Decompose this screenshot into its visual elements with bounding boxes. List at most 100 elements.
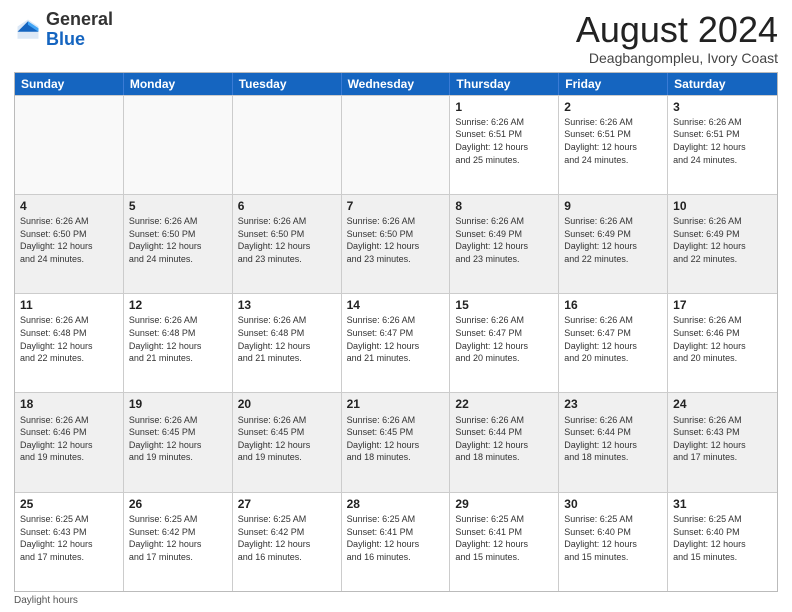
cell-info: Sunrise: 6:25 AM Sunset: 6:40 PM Dayligh… <box>673 513 772 563</box>
logo-general: General <box>46 9 113 29</box>
calendar-cell: 17Sunrise: 6:26 AM Sunset: 6:46 PM Dayli… <box>668 294 777 392</box>
cell-info: Sunrise: 6:25 AM Sunset: 6:41 PM Dayligh… <box>455 513 553 563</box>
calendar-cell: 18 Sunrise: 6:26 AM Sunset: 6:46 PM Dayli… <box>15 393 124 491</box>
calendar-cell: 9Sunrise: 6:26 AM Sunset: 6:49 PM Daylig… <box>559 195 668 293</box>
day-number: 21 <box>347 396 445 412</box>
day-of-week-header: Friday <box>559 73 668 95</box>
day-number: 18 <box>20 396 118 412</box>
cell-info: Sunrise: 6:26 AM Sunset: 6:50 PM Dayligh… <box>129 215 227 265</box>
calendar-cell: 6Sunrise: 6:26 AM Sunset: 6:50 PM Daylig… <box>233 195 342 293</box>
cell-info: Sunrise: 6:26 AM Sunset: 6:49 PM Dayligh… <box>455 215 553 265</box>
cell-info: Sunrise: 6:26 AM Sunset: 6:45 PM Dayligh… <box>129 414 227 464</box>
calendar-week: 25Sunrise: 6:25 AM Sunset: 6:43 PM Dayli… <box>15 492 777 591</box>
calendar-cell: 3Sunrise: 6:26 AM Sunset: 6:51 PM Daylig… <box>668 96 777 194</box>
day-number: 29 <box>455 496 553 512</box>
calendar-cell: 2Sunrise: 6:26 AM Sunset: 6:51 PM Daylig… <box>559 96 668 194</box>
calendar-cell: 12Sunrise: 6:26 AM Sunset: 6:48 PM Dayli… <box>124 294 233 392</box>
calendar-cell: 30Sunrise: 6:25 AM Sunset: 6:40 PM Dayli… <box>559 493 668 591</box>
calendar-cell <box>124 96 233 194</box>
location-subtitle: Deagbangompleu, Ivory Coast <box>576 50 778 66</box>
day-number: 3 <box>673 99 772 115</box>
calendar-cell: 29Sunrise: 6:25 AM Sunset: 6:41 PM Dayli… <box>450 493 559 591</box>
day-number: 25 <box>20 496 118 512</box>
day-of-week-header: Sunday <box>15 73 124 95</box>
calendar-cell <box>15 96 124 194</box>
cell-info: Sunrise: 6:26 AM Sunset: 6:49 PM Dayligh… <box>564 215 662 265</box>
day-number: 24 <box>673 396 772 412</box>
day-of-week-header: Thursday <box>450 73 559 95</box>
calendar-cell: 11Sunrise: 6:26 AM Sunset: 6:48 PM Dayli… <box>15 294 124 392</box>
cell-info: Sunrise: 6:25 AM Sunset: 6:40 PM Dayligh… <box>564 513 662 563</box>
logo-blue: Blue <box>46 29 85 49</box>
calendar-cell: 21Sunrise: 6:26 AM Sunset: 6:45 PM Dayli… <box>342 393 451 491</box>
calendar-cell: 31Sunrise: 6:25 AM Sunset: 6:40 PM Dayli… <box>668 493 777 591</box>
cell-info: Sunrise: 6:26 AM Sunset: 6:47 PM Dayligh… <box>564 314 662 364</box>
day-number: 10 <box>673 198 772 214</box>
cell-info: Sunrise: 6:26 AM Sunset: 6:50 PM Dayligh… <box>238 215 336 265</box>
day-number: 23 <box>564 396 662 412</box>
day-number: 5 <box>129 198 227 214</box>
logo-text: General Blue <box>46 10 113 50</box>
cell-info: Sunrise: 6:25 AM Sunset: 6:43 PM Dayligh… <box>20 513 118 563</box>
day-number: 19 <box>129 396 227 412</box>
calendar-cell: 16Sunrise: 6:26 AM Sunset: 6:47 PM Dayli… <box>559 294 668 392</box>
day-number: 20 <box>238 396 336 412</box>
page: General Blue August 2024 Deagbangompleu,… <box>0 0 792 612</box>
calendar-week: 4Sunrise: 6:26 AM Sunset: 6:50 PM Daylig… <box>15 194 777 293</box>
cell-info: Sunrise: 6:26 AM Sunset: 6:51 PM Dayligh… <box>564 116 662 166</box>
calendar-week: 1 Sunrise: 6:26 AM Sunset: 6:51 PM Daylig… <box>15 95 777 194</box>
header: General Blue August 2024 Deagbangompleu,… <box>14 10 778 66</box>
footer: Daylight hours <box>14 592 778 606</box>
cell-info: Sunrise: 6:26 AM Sunset: 6:44 PM Dayligh… <box>564 414 662 464</box>
calendar-cell: 25Sunrise: 6:25 AM Sunset: 6:43 PM Dayli… <box>15 493 124 591</box>
cell-info: Sunrise: 6:26 AM Sunset: 6:48 PM Dayligh… <box>238 314 336 364</box>
day-number: 22 <box>455 396 553 412</box>
day-of-week-header: Wednesday <box>342 73 451 95</box>
title-block: August 2024 Deagbangompleu, Ivory Coast <box>576 10 778 66</box>
calendar-cell: 14Sunrise: 6:26 AM Sunset: 6:47 PM Dayli… <box>342 294 451 392</box>
day-of-week-header: Monday <box>124 73 233 95</box>
cell-info: Sunrise: 6:26 AM Sunset: 6:47 PM Dayligh… <box>455 314 553 364</box>
calendar-cell: 19 Sunrise: 6:26 AM Sunset: 6:45 PM Dayli… <box>124 393 233 491</box>
day-number: 26 <box>129 496 227 512</box>
day-number: 28 <box>347 496 445 512</box>
cell-info: Sunrise: 6:25 AM Sunset: 6:42 PM Dayligh… <box>129 513 227 563</box>
calendar-cell: 1Sunrise: 6:26 AM Sunset: 6:51 PM Daylig… <box>450 96 559 194</box>
day-number: 16 <box>564 297 662 313</box>
day-number: 17 <box>673 297 772 313</box>
day-number: 6 <box>238 198 336 214</box>
calendar-cell: 10Sunrise: 6:26 AM Sunset: 6:49 PM Dayli… <box>668 195 777 293</box>
cell-info: Sunrise: 6:26 AM Sunset: 6:48 PM Dayligh… <box>129 314 227 364</box>
day-number: 27 <box>238 496 336 512</box>
calendar-header: SundayMondayTuesdayWednesdayThursdayFrid… <box>15 73 777 95</box>
calendar-cell: 22 Sunrise: 6:26 AM Sunset: 6:44 PM Dayli… <box>450 393 559 491</box>
calendar-cell: 13Sunrise: 6:26 AM Sunset: 6:48 PM Dayli… <box>233 294 342 392</box>
day-number: 8 <box>455 198 553 214</box>
calendar-cell: 15Sunrise: 6:26 AM Sunset: 6:47 PM Dayli… <box>450 294 559 392</box>
day-number: 1 <box>455 99 553 115</box>
calendar-cell: 26Sunrise: 6:25 AM Sunset: 6:42 PM Dayli… <box>124 493 233 591</box>
calendar-week: 11Sunrise: 6:26 AM Sunset: 6:48 PM Dayli… <box>15 293 777 392</box>
cell-info: Sunrise: 6:26 AM Sunset: 6:51 PM Dayligh… <box>673 116 772 166</box>
calendar-cell: 23 Sunrise: 6:26 AM Sunset: 6:44 PM Dayli… <box>559 393 668 491</box>
cell-info: Sunrise: 6:26 AM Sunset: 6:46 PM Dayligh… <box>20 414 118 464</box>
cell-info: Sunrise: 6:26 AM Sunset: 6:50 PM Dayligh… <box>20 215 118 265</box>
cell-info: Sunrise: 6:26 AM Sunset: 6:48 PM Dayligh… <box>20 314 118 364</box>
day-number: 11 <box>20 297 118 313</box>
cell-info: Sunrise: 6:26 AM Sunset: 6:43 PM Dayligh… <box>673 414 772 464</box>
logo-icon <box>14 16 42 44</box>
day-number: 30 <box>564 496 662 512</box>
calendar: SundayMondayTuesdayWednesdayThursdayFrid… <box>14 72 778 592</box>
calendar-cell: 28Sunrise: 6:25 AM Sunset: 6:41 PM Dayli… <box>342 493 451 591</box>
calendar-body: 1 Sunrise: 6:26 AM Sunset: 6:51 PM Daylig… <box>15 95 777 591</box>
cell-info: Sunrise: 6:26 AM Sunset: 6:44 PM Dayligh… <box>455 414 553 464</box>
day-number: 7 <box>347 198 445 214</box>
calendar-cell: 7Sunrise: 6:26 AM Sunset: 6:50 PM Daylig… <box>342 195 451 293</box>
calendar-cell: 24 Sunrise: 6:26 AM Sunset: 6:43 PM Dayli… <box>668 393 777 491</box>
calendar-cell: 5Sunrise: 6:26 AM Sunset: 6:50 PM Daylig… <box>124 195 233 293</box>
day-of-week-header: Tuesday <box>233 73 342 95</box>
calendar-cell <box>233 96 342 194</box>
calendar-cell: 27Sunrise: 6:25 AM Sunset: 6:42 PM Dayli… <box>233 493 342 591</box>
calendar-cell: 4Sunrise: 6:26 AM Sunset: 6:50 PM Daylig… <box>15 195 124 293</box>
calendar-cell: 8Sunrise: 6:26 AM Sunset: 6:49 PM Daylig… <box>450 195 559 293</box>
